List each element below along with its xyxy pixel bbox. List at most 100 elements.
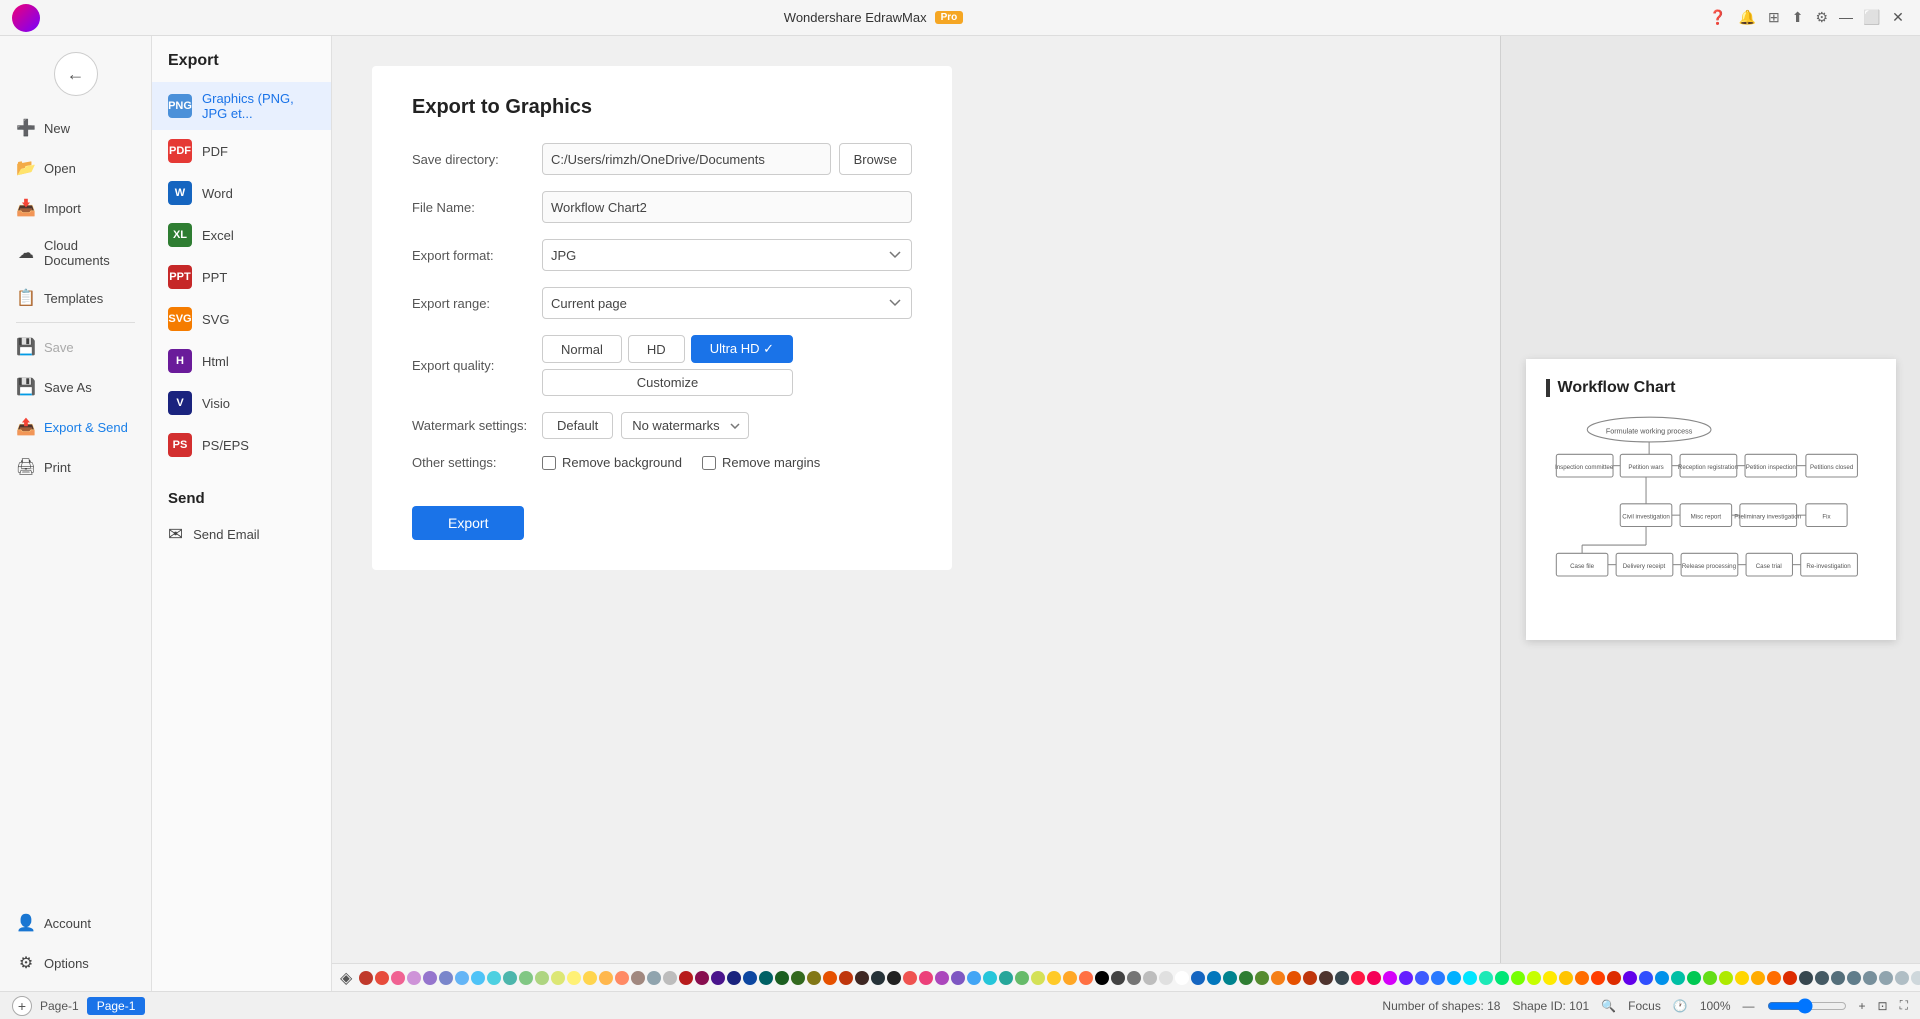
color-swatch[interactable] <box>1095 971 1109 985</box>
color-swatch[interactable] <box>983 971 997 985</box>
color-swatch[interactable] <box>407 971 421 985</box>
fit-icon[interactable]: ⊡ <box>1878 999 1888 1013</box>
format-item-png[interactable]: PNG Graphics (PNG, JPG et... <box>152 82 331 130</box>
color-swatch[interactable] <box>391 971 405 985</box>
color-swatch[interactable] <box>1015 971 1029 985</box>
sidebar-item-import[interactable]: 📥 Import <box>0 188 151 228</box>
color-swatch[interactable] <box>1303 971 1317 985</box>
color-swatch[interactable] <box>439 971 453 985</box>
color-swatch[interactable] <box>1063 971 1077 985</box>
color-swatch[interactable] <box>1175 971 1189 985</box>
color-swatch[interactable] <box>663 971 677 985</box>
color-swatch[interactable] <box>711 971 725 985</box>
color-swatch[interactable] <box>1447 971 1461 985</box>
format-item-excel[interactable]: XL Excel <box>152 214 331 256</box>
page-tab[interactable]: Page-1 <box>87 997 146 1015</box>
focus-icon[interactable]: 🔍 <box>1601 999 1616 1013</box>
sidebar-item-open[interactable]: 📂 Open <box>0 148 151 188</box>
color-swatch[interactable] <box>679 971 693 985</box>
color-swatch[interactable] <box>359 971 373 985</box>
sidebar-item-print[interactable]: 🖨 Print <box>0 447 151 487</box>
color-swatch[interactable] <box>1239 971 1253 985</box>
color-swatch[interactable] <box>1879 971 1893 985</box>
color-swatch[interactable] <box>1559 971 1573 985</box>
color-swatch[interactable] <box>823 971 837 985</box>
sidebar-item-export[interactable]: 📤 Export & Send <box>0 407 151 447</box>
sidebar-item-account[interactable]: 👤 Account <box>0 903 151 943</box>
zoom-slider[interactable] <box>1767 998 1847 1014</box>
export-format-select[interactable]: JPG PNG BMP GIF TIFF <box>542 239 912 271</box>
color-swatch[interactable] <box>1591 971 1605 985</box>
color-swatch[interactable] <box>1463 971 1477 985</box>
color-swatch[interactable] <box>551 971 565 985</box>
color-swatch[interactable] <box>647 971 661 985</box>
color-swatch[interactable] <box>1399 971 1413 985</box>
color-swatch[interactable] <box>1767 971 1781 985</box>
remove-background-checkbox[interactable] <box>542 456 556 470</box>
color-swatch[interactable] <box>519 971 533 985</box>
watermark-default-button[interactable]: Default <box>542 412 613 439</box>
notification-icon[interactable]: 🔔 <box>1737 7 1758 28</box>
color-swatch[interactable] <box>1495 971 1509 985</box>
file-name-input[interactable] <box>542 191 912 223</box>
color-swatch[interactable] <box>583 971 597 985</box>
color-swatch[interactable] <box>1207 971 1221 985</box>
close-button[interactable]: ✕ <box>1888 7 1908 27</box>
color-swatch[interactable] <box>1911 971 1920 985</box>
format-item-html[interactable]: H Html <box>152 340 331 382</box>
color-swatch[interactable] <box>1351 971 1365 985</box>
color-swatch[interactable] <box>1479 971 1493 985</box>
zoom-increase-icon[interactable]: + <box>1859 999 1866 1013</box>
format-item-svg[interactable]: SVG SVG <box>152 298 331 340</box>
color-swatch[interactable] <box>455 971 469 985</box>
color-swatch[interactable] <box>1751 971 1765 985</box>
color-swatch[interactable] <box>775 971 789 985</box>
color-swatch[interactable] <box>1335 971 1349 985</box>
quality-normal-button[interactable]: Normal <box>542 335 622 363</box>
color-swatch[interactable] <box>887 971 901 985</box>
save-directory-input[interactable] <box>542 143 831 175</box>
send-email-item[interactable]: ✉ Send Email <box>152 515 331 554</box>
color-swatch[interactable] <box>1111 971 1125 985</box>
avatar[interactable] <box>12 4 40 32</box>
browse-button[interactable]: Browse <box>839 143 912 175</box>
remove-background-checkbox-label[interactable]: Remove background <box>542 455 682 470</box>
color-swatch[interactable] <box>1607 971 1621 985</box>
color-swatch[interactable] <box>1639 971 1653 985</box>
minimize-button[interactable]: — <box>1836 7 1856 27</box>
settings-icon[interactable]: ⚙ <box>1813 7 1830 28</box>
color-swatch[interactable] <box>1831 971 1845 985</box>
watermark-select[interactable]: No watermarks <box>621 412 749 439</box>
color-swatch[interactable] <box>1031 971 1045 985</box>
color-swatch[interactable] <box>759 971 773 985</box>
color-swatch[interactable] <box>599 971 613 985</box>
quality-hd-button[interactable]: HD <box>628 335 685 363</box>
color-swatch[interactable] <box>935 971 949 985</box>
color-swatch[interactable] <box>695 971 709 985</box>
format-item-ps[interactable]: PS PS/EPS <box>152 424 331 466</box>
color-swatch[interactable] <box>1815 971 1829 985</box>
color-swatch[interactable] <box>1287 971 1301 985</box>
color-swatch[interactable] <box>1863 971 1877 985</box>
fullscreen-icon[interactable]: ⛶ <box>1900 998 1908 1013</box>
color-swatch[interactable] <box>871 971 885 985</box>
add-page-button[interactable]: + <box>12 996 32 1016</box>
color-swatch[interactable] <box>807 971 821 985</box>
color-swatch[interactable] <box>1511 971 1525 985</box>
color-swatch[interactable] <box>1159 971 1173 985</box>
color-swatch[interactable] <box>903 971 917 985</box>
color-pointer-icon[interactable]: ◈ <box>340 968 352 988</box>
color-swatch[interactable] <box>1623 971 1637 985</box>
zoom-decrease-icon[interactable]: — <box>1743 999 1755 1013</box>
color-swatch[interactable] <box>1255 971 1269 985</box>
sidebar-item-saveas[interactable]: 💾 Save As <box>0 367 151 407</box>
color-swatch[interactable] <box>743 971 757 985</box>
color-swatch[interactable] <box>855 971 869 985</box>
color-swatch[interactable] <box>1271 971 1285 985</box>
color-swatch[interactable] <box>1143 971 1157 985</box>
sidebar-item-templates[interactable]: 📋 Templates <box>0 278 151 318</box>
color-swatch[interactable] <box>951 971 965 985</box>
color-swatch[interactable] <box>1687 971 1701 985</box>
color-swatch[interactable] <box>919 971 933 985</box>
color-swatch[interactable] <box>999 971 1013 985</box>
